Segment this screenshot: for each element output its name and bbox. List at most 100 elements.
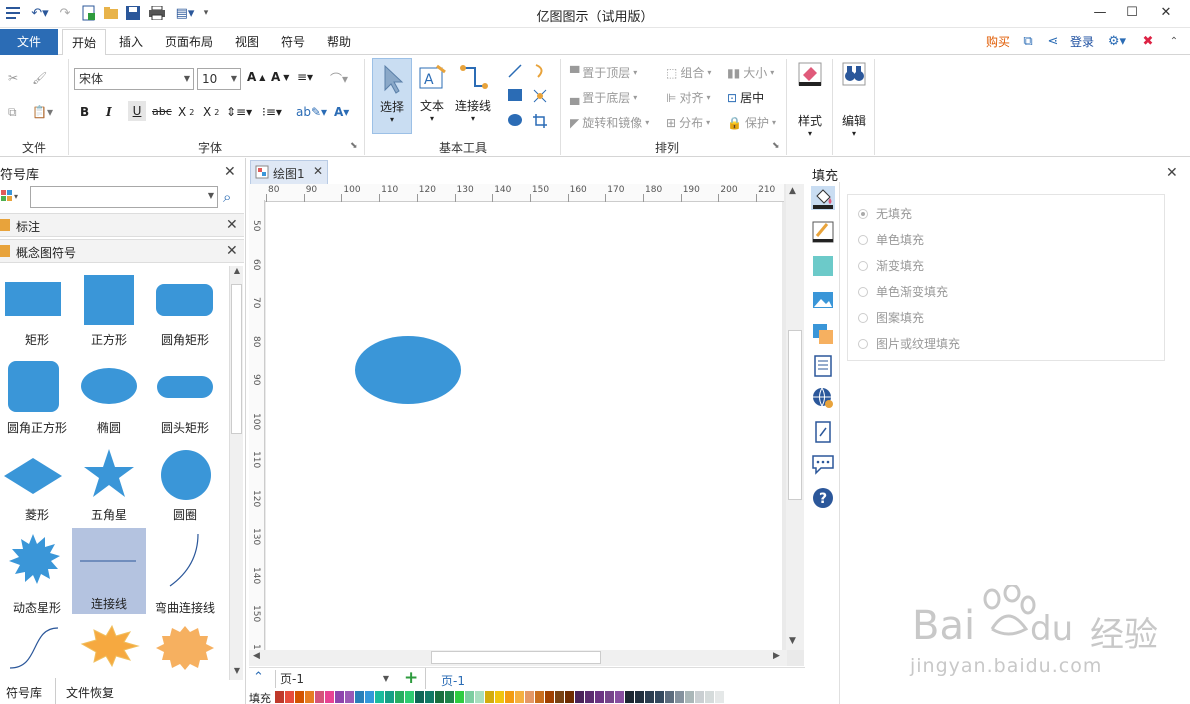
page-select[interactable]: 页-1 ▼ [275, 670, 393, 688]
color-swatch[interactable] [425, 691, 434, 703]
ellipse-shape[interactable] [355, 336, 461, 404]
canvas-vscroll-thumb[interactable] [788, 330, 802, 500]
fill-option-single-gradient[interactable]: 单色渐变填充 [858, 283, 948, 300]
format-painter-icon[interactable]: 🖌 [32, 71, 47, 85]
comment-panel-icon[interactable] [811, 452, 835, 476]
fill-panel-icon[interactable] [811, 186, 835, 210]
shape-rounded-rectangle[interactable]: 圆角矩形 [148, 270, 222, 356]
arc-tool-icon[interactable] [532, 63, 548, 79]
color-swatch[interactable] [605, 691, 614, 703]
fill-option-solid[interactable]: 单色填充 [858, 231, 924, 248]
tab-help[interactable]: 帮助 [318, 29, 360, 55]
align-button[interactable]: ⊫ 对齐 ▾ [666, 89, 710, 106]
add-page-icon[interactable]: + [404, 668, 418, 688]
scroll-left-icon[interactable]: ◀ [253, 651, 260, 661]
scroll-down-icon[interactable]: ▼ [789, 636, 796, 646]
text-tool-button[interactable]: A 文本 ▾ [414, 58, 450, 134]
fill-option-none[interactable]: 无填充 [858, 205, 912, 222]
close-icon[interactable]: ✕ [224, 164, 236, 180]
shape-connector[interactable]: 连接线 [72, 528, 146, 614]
font-grow-icon[interactable]: A ▲ [247, 70, 265, 84]
color-swatch[interactable] [465, 691, 474, 703]
color-swatch[interactable] [355, 691, 364, 703]
color-swatch[interactable] [315, 691, 324, 703]
distribute-button[interactable]: ⊞ 分布 ▾ [666, 114, 710, 131]
fill-option-gradient[interactable]: 渐变填充 [858, 257, 924, 274]
color-swatch[interactable] [525, 691, 534, 703]
shadow-panel-icon[interactable] [811, 254, 835, 278]
help-panel-icon[interactable]: ? [811, 486, 835, 510]
color-swatch[interactable] [325, 691, 334, 703]
shape-explosion[interactable] [72, 618, 146, 678]
bold-icon[interactable]: B [80, 105, 89, 119]
theme-icon[interactable]: ✖ [1140, 34, 1156, 50]
drawing-page[interactable] [266, 202, 782, 650]
radio-button[interactable] [858, 234, 868, 245]
color-swatch[interactable] [505, 691, 514, 703]
center-button[interactable]: ⊡ 居中 [727, 89, 764, 106]
collapse-ribbon-icon[interactable]: ⌃ [1166, 34, 1182, 50]
scroll-up-icon[interactable]: ▲ [231, 266, 243, 280]
color-swatch[interactable] [335, 691, 344, 703]
tab-symbol[interactable]: 符号 [272, 29, 314, 55]
radio-button[interactable] [858, 260, 868, 271]
color-swatch[interactable] [665, 691, 674, 703]
copy-icon[interactable]: ⧉ [8, 105, 17, 120]
close-icon[interactable]: ✕ [226, 217, 238, 233]
hyperlink-panel-icon[interactable] [811, 386, 835, 410]
color-swatch[interactable] [655, 691, 664, 703]
italic-icon[interactable]: I [106, 105, 112, 119]
select-tool-button[interactable]: 选择 ▾ [372, 58, 412, 134]
share-icon[interactable]: ⋖ [1045, 34, 1061, 50]
shape-capsule[interactable]: 圆头矩形 [148, 358, 222, 444]
tab-symbol-library[interactable]: 符号库 [6, 684, 42, 701]
point-tool-icon[interactable] [532, 88, 548, 104]
scroll-up-icon[interactable]: ▲ [789, 186, 796, 196]
canvas-hscroll-thumb[interactable] [431, 651, 601, 664]
ellipse-tool-icon[interactable] [507, 113, 523, 127]
maximize-icon[interactable]: ☐ [1120, 2, 1144, 24]
color-swatch[interactable] [595, 691, 604, 703]
radio-button[interactable] [858, 286, 868, 297]
minimize-icon[interactable]: — [1088, 2, 1112, 24]
library-row-concept-map[interactable]: 概念图符号 ✕ [0, 239, 244, 263]
color-swatch[interactable] [295, 691, 304, 703]
color-swatch[interactable] [475, 691, 484, 703]
tab-home[interactable]: 开始 [62, 29, 106, 56]
edit-button[interactable]: 编辑 ▾ [836, 61, 872, 145]
bullets-icon[interactable]: ⁝≡▾ [262, 105, 282, 119]
login-link[interactable]: 登录 [1070, 29, 1094, 55]
library-row-callout[interactable]: 标注 ✕ [0, 213, 244, 237]
rectangle-tool-icon[interactable] [507, 88, 523, 102]
size-button[interactable]: ▮▮ 大小 ▾ [727, 64, 774, 81]
color-swatch[interactable] [625, 691, 634, 703]
line-spacing-icon[interactable]: ⇕≡▾ [226, 105, 252, 119]
color-swatch[interactable] [345, 691, 354, 703]
library-scroll-thumb[interactable] [231, 284, 242, 434]
align-text-icon[interactable]: ≡▾ [297, 70, 313, 84]
color-swatch[interactable] [495, 691, 504, 703]
color-swatch[interactable] [585, 691, 594, 703]
tab-page-layout[interactable]: 页面布局 [158, 29, 220, 55]
color-swatch[interactable] [535, 691, 544, 703]
shape-rounded-square[interactable]: 圆角正方形 [0, 358, 74, 444]
line-panel-icon[interactable] [811, 220, 835, 244]
color-swatch[interactable] [415, 691, 424, 703]
color-swatch[interactable] [455, 691, 464, 703]
color-swatch[interactable] [485, 691, 494, 703]
paste-icon[interactable]: 📋▾ [32, 105, 53, 119]
color-swatch[interactable] [365, 691, 374, 703]
chevron-up-icon[interactable]: ⌃ [253, 670, 264, 685]
shape-s-curve[interactable] [0, 618, 74, 678]
buy-link[interactable]: 购买 [986, 29, 1010, 55]
font-size-select[interactable]: 10 ▼ [197, 68, 241, 90]
close-window-icon[interactable]: ✕ [1154, 2, 1178, 24]
color-swatch[interactable] [405, 691, 414, 703]
feedback-icon[interactable]: ⧉ [1020, 34, 1036, 50]
shape-ellipse[interactable]: 椭圆 [72, 358, 146, 444]
color-swatch[interactable] [375, 691, 384, 703]
settings-gear-icon[interactable]: ⚙▾ [1104, 34, 1130, 50]
connector-tool-button[interactable]: 连接线 ▾ [452, 58, 494, 134]
library-search-input[interactable]: ▼ [30, 186, 218, 208]
fill-option-pattern[interactable]: 图案填充 [858, 309, 924, 326]
